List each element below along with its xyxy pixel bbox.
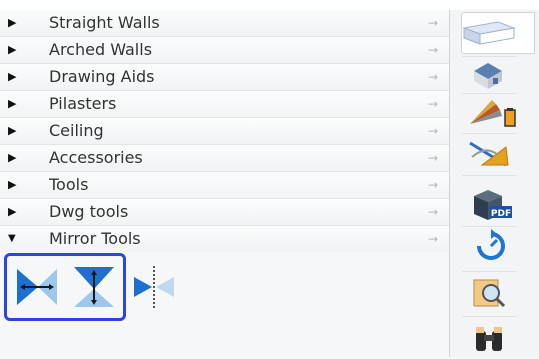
category-label: Tools — [49, 175, 89, 194]
category-label: Dwg tools — [49, 202, 129, 221]
binoculars-icon[interactable] — [462, 321, 520, 355]
go-to-arrow-icon[interactable]: → — [428, 199, 438, 225]
category-row-ceiling[interactable]: ▶ Ceiling → — [0, 118, 449, 145]
expand-arrow-icon[interactable]: ▶ — [8, 172, 16, 198]
category-row-dwg-tools[interactable]: ▶ Dwg tools → — [0, 199, 449, 226]
category-row-drawing-aids[interactable]: ▶ Drawing Aids → — [0, 64, 449, 91]
expand-arrow-icon[interactable]: ▶ — [8, 91, 16, 117]
inspect-icon[interactable] — [462, 276, 520, 310]
category-label: Accessories — [49, 148, 143, 167]
category-label: Ceiling — [49, 121, 104, 140]
category-row-mirror-tools[interactable]: ▼ Mirror Tools → — [0, 226, 449, 253]
go-to-arrow-icon[interactable]: → — [428, 10, 438, 36]
house-icon[interactable] — [462, 57, 520, 91]
category-label: Drawing Aids — [49, 67, 155, 86]
go-to-arrow-icon[interactable]: → — [428, 64, 438, 90]
expand-arrow-icon[interactable]: ▶ — [8, 37, 16, 63]
go-to-arrow-icon[interactable]: → — [428, 37, 438, 63]
category-label: Arched Walls — [49, 40, 153, 59]
go-to-arrow-icon[interactable]: → — [428, 226, 438, 252]
go-to-arrow-icon[interactable]: → — [428, 91, 438, 117]
expand-arrow-icon[interactable]: ▶ — [8, 10, 16, 36]
category-row-straight-walls[interactable]: ▶ Straight Walls → — [0, 10, 449, 37]
category-label: Straight Walls — [49, 13, 160, 32]
collapse-arrow-icon[interactable]: ▼ — [8, 226, 16, 252]
pdf-icon[interactable]: PDF — [462, 188, 520, 222]
mirror-tools-selection-frame — [4, 253, 126, 321]
expand-arrow-icon[interactable]: ▶ — [8, 64, 16, 90]
category-label: Pilasters — [49, 94, 117, 113]
go-to-arrow-icon[interactable]: → — [428, 145, 438, 171]
expand-arrow-icon[interactable]: ▶ — [8, 145, 16, 171]
refresh-icon[interactable] — [462, 229, 520, 263]
category-row-arched-walls[interactable]: ▶ Arched Walls → — [0, 37, 449, 64]
expand-arrow-icon[interactable]: ▶ — [8, 199, 16, 225]
walls-3d-icon[interactable] — [460, 14, 520, 50]
drawing-tools-icon[interactable] — [462, 137, 520, 171]
category-label: Mirror Tools — [49, 229, 141, 248]
expand-arrow-icon[interactable]: ▶ — [8, 118, 16, 144]
materials-icon[interactable] — [462, 96, 520, 130]
category-row-tools[interactable]: ▶ Tools → — [0, 172, 449, 199]
go-to-arrow-icon[interactable]: → — [428, 172, 438, 198]
go-to-arrow-icon[interactable]: → — [428, 118, 438, 144]
mirror-axis-icon[interactable] — [130, 263, 178, 311]
category-row-accessories[interactable]: ▶ Accessories → — [0, 145, 449, 172]
category-row-pilasters[interactable]: ▶ Pilasters → — [0, 91, 449, 118]
svg-text:PDF: PDF — [491, 209, 511, 219]
